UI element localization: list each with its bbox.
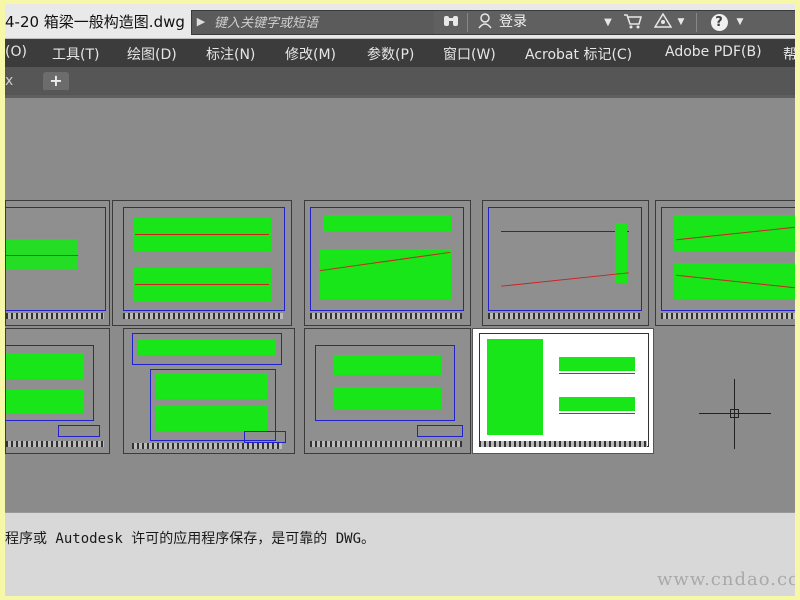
menu-item-acrobat-markup[interactable]: Acrobat 标记(C) (525, 44, 632, 64)
infocenter-search: ▶ (191, 10, 436, 35)
tab-close-icon[interactable]: x (5, 72, 19, 90)
sheet-title-block (488, 313, 640, 319)
help-glyph: ? (710, 14, 728, 31)
title-bar: 4-20 箱梁一般构造图.dwg ▶ 登录 ▼ ▼ ? (5, 4, 795, 39)
sheet-title-block (661, 313, 795, 319)
new-tab-button[interactable]: + (43, 72, 69, 90)
drawing-sheet-6[interactable] (5, 328, 110, 454)
menu-item-format[interactable]: (O) (5, 44, 27, 60)
menu-item-draw[interactable]: 绘图(D) (127, 44, 177, 64)
drawing-line (135, 284, 269, 285)
sheet-title-block (132, 443, 282, 449)
drawing-content (138, 339, 276, 355)
menu-item-parametric[interactable]: 参数(P) (367, 44, 414, 64)
sheet-title-block (6, 313, 104, 319)
menu-item-tools[interactable]: 工具(T) (52, 44, 99, 64)
toolbar-separator (467, 13, 468, 32)
drawing-content (559, 397, 635, 411)
command-history-line: 程序或 Autodesk 许可的应用程序保存，是可靠的 DWG。 (5, 531, 376, 547)
sheet-title-block (123, 313, 283, 319)
menu-item-help[interactable]: 帮 (783, 44, 795, 64)
drawing-sheet-9-active[interactable] (472, 328, 654, 454)
search-input[interactable] (210, 11, 432, 34)
drawing-line (135, 234, 269, 235)
drawing-line (6, 255, 78, 256)
menu-item-dimension[interactable]: 标注(N) (206, 44, 255, 64)
sheet-title-block (310, 441, 462, 447)
drawing-content (6, 389, 84, 413)
crosshair-pickbox (730, 409, 739, 418)
window-title: 4-20 箱梁一般构造图.dwg (5, 13, 185, 31)
sheet-title-block (310, 313, 462, 319)
autocad-window: 4-20 箱梁一般构造图.dwg ▶ 登录 ▼ ▼ ? (5, 4, 795, 596)
login-dropdown-icon[interactable]: ▼ (602, 13, 614, 32)
drawing-content (333, 355, 441, 375)
drawing-content (6, 239, 78, 269)
drawing-line (559, 373, 635, 374)
drawing-content (156, 373, 268, 399)
binoculars-search-icon[interactable] (442, 13, 460, 32)
drawing-sheet-7[interactable] (123, 328, 295, 454)
drawing-content (333, 387, 441, 409)
menu-item-adobe-pdf[interactable]: Adobe PDF(B) (665, 44, 762, 60)
infocenter-toolbar: 登录 ▼ ▼ ? ▼ (434, 10, 795, 35)
drawing-sheet-4[interactable] (482, 200, 649, 326)
sheet-notes-box (417, 425, 463, 437)
drawing-sheet-1[interactable] (5, 200, 110, 326)
drawing-content (156, 405, 268, 431)
exchange-dropdown-icon[interactable]: ▼ (676, 13, 686, 32)
drawing-sheet-2[interactable] (112, 200, 292, 326)
drawing-sheet-3[interactable] (304, 200, 471, 326)
file-tab-bar: x + (5, 67, 795, 98)
sheet-notes-box (244, 431, 286, 443)
cart-icon[interactable] (622, 13, 644, 32)
sheet-title-block (6, 441, 104, 447)
sheet-title-block (479, 441, 647, 447)
drawing-line (559, 413, 635, 414)
drawing-canvas[interactable] (5, 98, 795, 512)
help-dropdown-icon[interactable]: ▼ (735, 13, 745, 32)
menu-item-window[interactable]: 窗口(W) (443, 44, 496, 64)
watermark: www.cndao.com (657, 569, 795, 590)
drawing-sheet-8[interactable] (304, 328, 471, 454)
user-icon[interactable] (476, 13, 494, 32)
login-button[interactable]: 登录 (499, 13, 527, 32)
drawing-content (319, 249, 451, 299)
sheet-notes-box (58, 425, 100, 437)
drawing-sheet-5[interactable] (655, 200, 795, 326)
toolbar-separator (696, 13, 697, 32)
drawing-content (6, 353, 84, 379)
exchange-apps-icon[interactable] (652, 12, 674, 32)
command-window[interactable]: 程序或 Autodesk 许可的应用程序保存，是可靠的 DWG。 www.cnd… (5, 512, 795, 596)
table-content (487, 339, 543, 435)
drawing-content (559, 357, 635, 371)
help-icon[interactable]: ? (709, 13, 729, 32)
expand-arrow-icon[interactable]: ▶ (194, 14, 208, 30)
menu-item-modify[interactable]: 修改(M) (285, 44, 336, 64)
drawing-content (323, 215, 451, 231)
menu-bar: (O) 工具(T) 绘图(D) 标注(N) 修改(M) 参数(P) 窗口(W) … (5, 39, 795, 67)
drawing-line (501, 231, 629, 232)
